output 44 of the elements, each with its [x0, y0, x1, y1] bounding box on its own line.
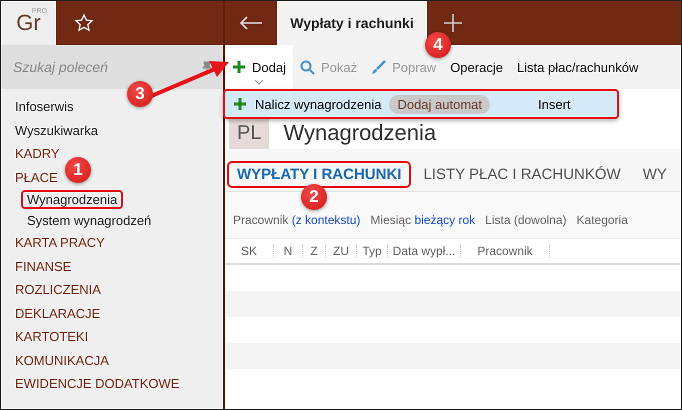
sidebar-item[interactable]: Wynagrodzenia — [21, 190, 124, 209]
tab[interactable]: Wypłaty i rachunki — [277, 1, 427, 45]
sidebar-item[interactable]: KOMUNIKACJA — [9, 350, 115, 370]
toolbar-button[interactable]: Lista płac/rachunków — [510, 45, 646, 89]
filter[interactable]: Miesiąc bieżący rok — [370, 213, 476, 227]
column-header[interactable]: N — [274, 244, 303, 258]
filter[interactable]: Pracownik (z kontekstu) — [233, 213, 360, 227]
filter[interactable]: Kategoria — [576, 213, 628, 227]
caret-icon — [254, 80, 263, 85]
sidebar-item[interactable]: Wyszukiwarka — [9, 120, 104, 140]
page-tab[interactable]: WYPŁATY I RACHUNKI — [227, 160, 412, 188]
brush-icon — [371, 60, 386, 74]
toolbar-button[interactable]: Dodaj — [225, 45, 293, 89]
page-title: Wynagrodzenia — [283, 120, 436, 146]
plus-icon — [232, 60, 246, 74]
menu-tag[interactable]: Dodaj automat — [389, 94, 490, 114]
column-header[interactable]: Pracownik — [461, 244, 550, 258]
column-header[interactable]: ZU — [326, 244, 357, 258]
back-arrow-icon[interactable] — [239, 16, 263, 30]
search-input[interactable]: Szukaj poleceń — [11, 58, 175, 76]
menu-item[interactable]: Nalicz wynagrodzenia — [255, 96, 382, 112]
search-icon — [300, 60, 315, 74]
shortcut-label: Insert — [538, 96, 571, 112]
sidebar-item[interactable]: KADRY — [9, 144, 66, 164]
plus-icon[interactable] — [444, 14, 462, 32]
sidebar-item[interactable]: EWIDENCJE DODATKOWE — [9, 374, 186, 394]
sidebar-item[interactable]: Infoserwis — [9, 97, 80, 116]
star-icon[interactable] — [74, 13, 94, 33]
sidebar-item[interactable]: PŁACE — [9, 168, 64, 187]
page-tab[interactable]: WY — [632, 160, 677, 188]
plus-icon — [233, 97, 247, 111]
page-tab[interactable]: LISTY PŁAC I RACHUNKÓW — [413, 160, 631, 188]
column-header[interactable]: Data wypł... — [388, 244, 461, 258]
sidebar-item[interactable]: FINANSE — [9, 256, 78, 276]
sidebar-item[interactable]: ROZLICZENIA — [9, 280, 107, 300]
sidebar-item[interactable]: KARTA PRACY — [9, 233, 111, 252]
sidebar-item[interactable]: System wynagrodzeń — [21, 211, 158, 230]
column-header[interactable]: SK — [225, 244, 274, 258]
sidebar-item[interactable]: KARTOTEKI — [9, 327, 94, 346]
pin-icon[interactable] — [201, 61, 213, 73]
filter[interactable]: Lista (dowolna) — [485, 213, 567, 227]
sidebar-item[interactable]: DEKLARACJE — [9, 304, 106, 323]
column-header[interactable]: Typ — [357, 244, 388, 258]
column-header[interactable]: Z — [303, 244, 326, 258]
